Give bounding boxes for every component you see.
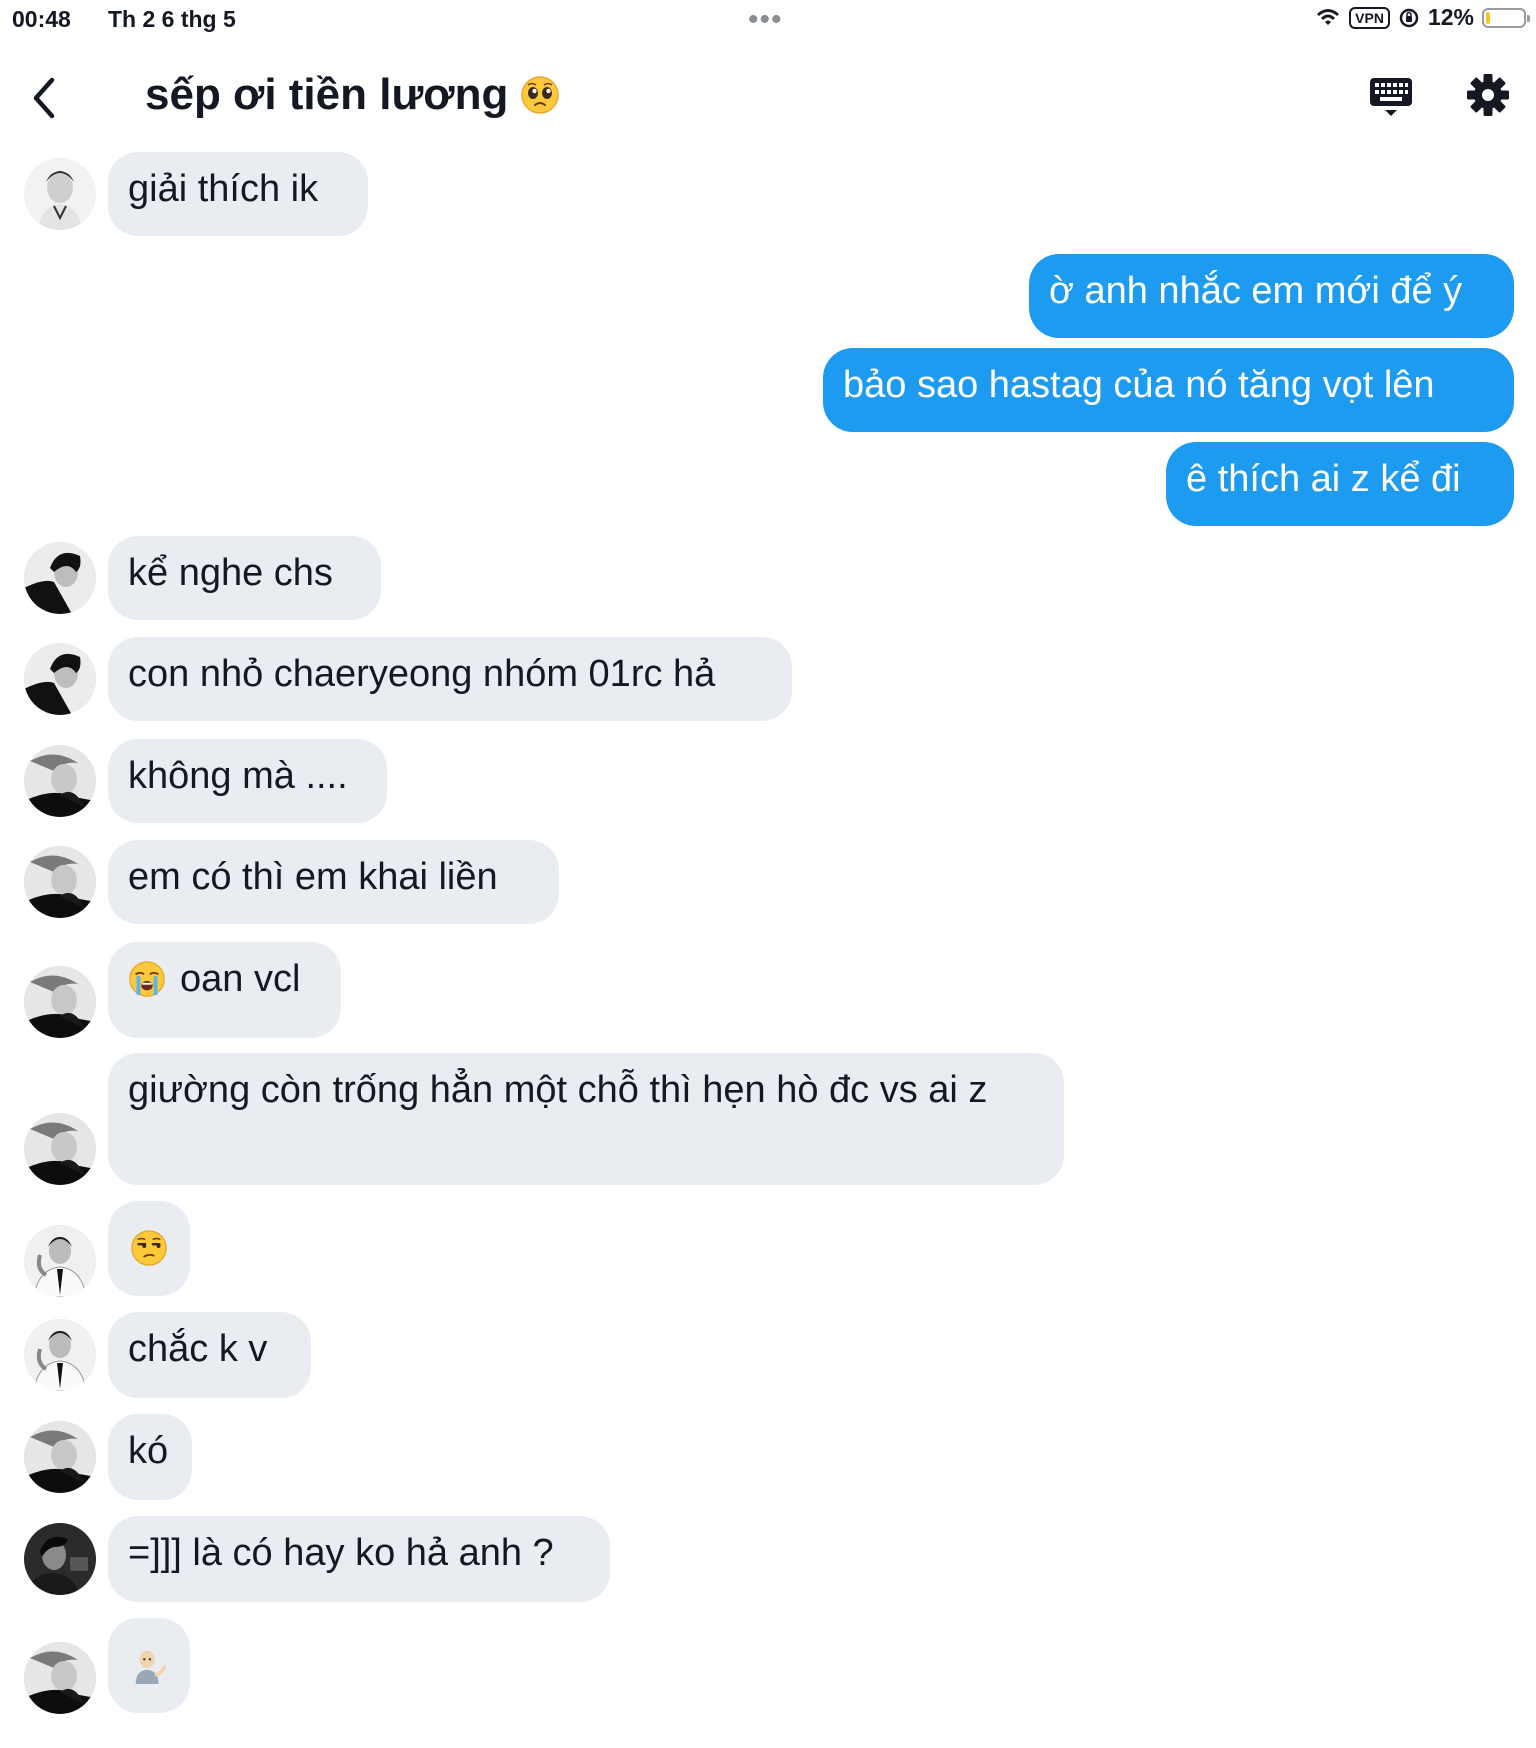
message-text: giải thích ik [128,168,319,210]
outgoing-message: bảo sao hastag của nó tăng vọt lên [0,348,1536,432]
settings-button[interactable] [1465,72,1511,118]
message-bubble[interactable]: chắc k v [108,1312,311,1398]
message-text: kể nghe chs [128,552,333,594]
avatar[interactable] [24,1421,96,1493]
incoming-message: không mà .... [0,739,1536,823]
message-bubble[interactable] [108,1618,190,1713]
message-bubble[interactable]: =]]] là có hay ko hả anh ? [108,1516,610,1602]
battery-percent: 12% [1427,4,1474,30]
back-button[interactable] [26,72,66,124]
unamused-face-icon [130,1229,168,1267]
conversation-title: sếp ơi tiền lương [145,70,560,120]
loudly-crying-face-icon [128,960,166,998]
avatar[interactable] [24,1113,96,1185]
avatar[interactable] [24,1225,96,1297]
message-bubble[interactable]: em có thì em khai liền [108,840,559,924]
status-indicators: VPN 12% [1315,4,1530,31]
incoming-message [0,1618,1536,1714]
incoming-message: =]]] là có hay ko hả anh ? [0,1516,1536,1602]
incoming-message: em có thì em khai liền [0,840,1536,924]
message-text: giường còn trống hẳn một chỗ thì hẹn hò … [128,1069,988,1111]
message-text: oan vcl [180,958,301,1000]
message-text: ê thích ai z kể đi [1186,458,1461,500]
message-text: bảo sao hastag của nó tăng vọt lên [843,364,1435,406]
keyboard-button[interactable] [1368,74,1414,120]
vpn-badge: VPN [1349,6,1390,29]
avatar[interactable] [24,643,96,715]
message-bubble[interactable]: bảo sao hastag của nó tăng vọt lên [823,348,1514,432]
message-text: không mà .... [128,755,348,797]
conversation-header: sếp ơi tiền lương [0,50,1536,146]
multitasking-dots-icon[interactable]: ••• [748,5,783,35]
battery-level-fill [1486,11,1490,24]
outgoing-message: ờ anh nhắc em mới để ý [0,254,1536,338]
message-bubble[interactable] [108,1201,190,1296]
battery-icon [1482,7,1530,28]
message-text: em có thì em khai liền [128,856,498,898]
incoming-message: giường còn trống hẳn một chỗ thì hẹn hò … [0,1053,1536,1185]
message-bubble[interactable]: không mà .... [108,739,387,823]
message-text: kó [128,1430,169,1472]
message-bubble[interactable]: kể nghe chs [108,536,381,620]
message-text: ờ anh nhắc em mới để ý [1049,270,1463,312]
incoming-message: oan vcl [0,942,1536,1038]
message-text: chắc k v [128,1328,268,1370]
message-bubble[interactable]: kó [108,1414,192,1500]
message-bubble[interactable]: con nhỏ chaeryeong nhóm 01rc hả [108,637,792,721]
incoming-message: kể nghe chs [0,536,1536,620]
outgoing-message: ê thích ai z kể đi [0,442,1536,526]
avatar[interactable] [24,1523,96,1595]
avatar[interactable] [24,745,96,817]
avatar[interactable] [24,542,96,614]
person-tipping-hand-icon [130,1646,168,1684]
message-text: con nhỏ chaeryeong nhóm 01rc hả [128,653,716,695]
avatar[interactable] [24,846,96,918]
incoming-message: chắc k v [0,1312,1536,1398]
message-bubble[interactable]: oan vcl [108,942,341,1038]
pleading-face-icon [521,76,560,114]
message-bubble[interactable]: giải thích ik [108,152,368,236]
incoming-message [0,1201,1536,1297]
avatar[interactable] [24,966,96,1038]
avatar[interactable] [24,1642,96,1714]
gear-icon [1467,74,1509,116]
orientation-lock-icon [1399,8,1419,27]
status-bar: 00:48 Th 2 6 thg 5 ••• VPN 12% [0,0,1536,44]
message-bubble[interactable]: ê thích ai z kể đi [1166,442,1514,526]
message-bubble[interactable]: ờ anh nhắc em mới để ý [1029,254,1514,338]
incoming-message: con nhỏ chaeryeong nhóm 01rc hả [0,637,1536,721]
keyboard-icon [1370,78,1412,116]
message-bubble[interactable]: giường còn trống hẳn một chỗ thì hẹn hò … [108,1053,1064,1185]
incoming-message: giải thích ik [0,152,1536,236]
status-time: 00:48 [12,6,71,32]
wifi-icon [1317,8,1340,25]
conversation-title-text: sếp ơi tiền lương [145,70,509,119]
status-date: Th 2 6 thg 5 [108,6,236,32]
message-text: =]]] là có hay ko hả anh ? [128,1532,554,1574]
chevron-left-icon [33,77,55,119]
incoming-message: kó [0,1414,1536,1500]
avatar[interactable] [24,158,96,230]
avatar[interactable] [24,1319,96,1391]
